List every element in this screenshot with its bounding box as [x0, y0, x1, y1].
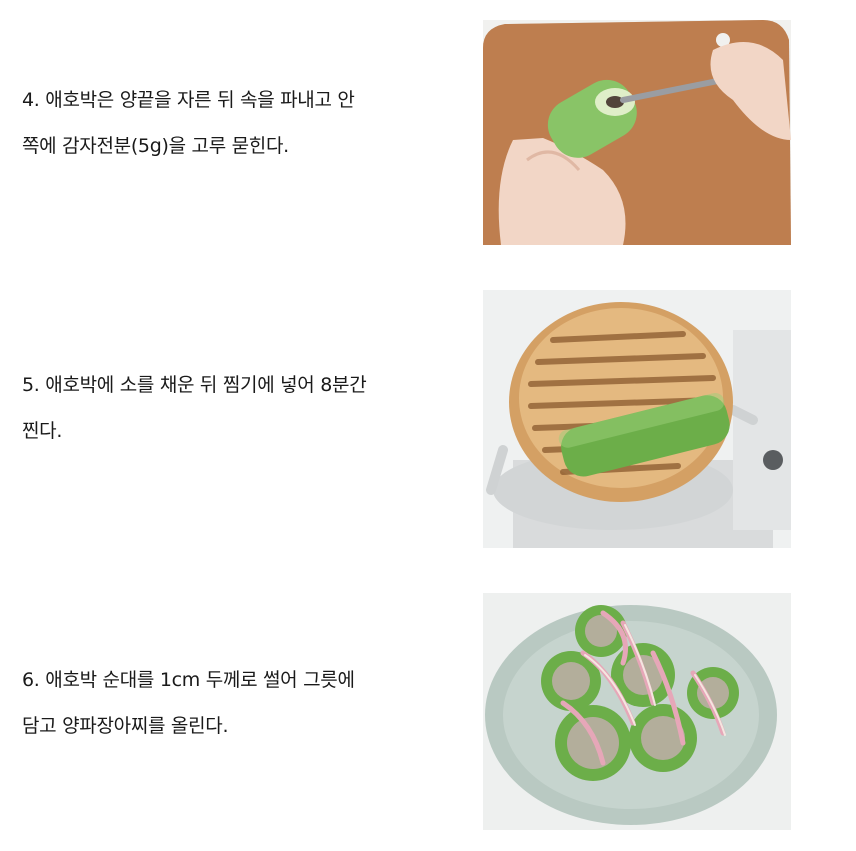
- step-5-line-1: 5. 애호박에 소를 채운 뒤 찜기에 넣어 8분간: [22, 374, 367, 396]
- step-6-photo: [483, 593, 791, 830]
- zucchini-steamer-photo-icon: [483, 290, 791, 548]
- step-4-line-1: 4. 애호박은 양끝을 자른 뒤 속을 파내고 안: [22, 89, 355, 111]
- step-4-text: 4. 애호박은 양끝을 자른 뒤 속을 파내고 안 쪽에 감자전분(5g)을 고…: [22, 77, 462, 169]
- step-6-line-2: 담고 양파장아찌를 올린다.: [22, 715, 229, 737]
- step-5-text: 5. 애호박에 소를 채운 뒤 찜기에 넣어 8분간 찐다.: [22, 362, 462, 454]
- zucchini-hollowing-photo-icon: [483, 20, 791, 245]
- step-5-line-2: 찐다.: [22, 420, 63, 442]
- step-6-text: 6. 애호박 순대를 1cm 두께로 썰어 그릇에 담고 양파장아찌를 올린다.: [22, 657, 462, 749]
- step-5-photo: [483, 290, 791, 548]
- step-4-photo: [483, 20, 791, 245]
- step-6-line-1: 6. 애호박 순대를 1cm 두께로 썰어 그릇에: [22, 669, 355, 691]
- zucchini-plate-photo-icon: [483, 593, 791, 830]
- step-4-line-2: 쪽에 감자전분(5g)을 고루 묻힌다.: [22, 135, 289, 157]
